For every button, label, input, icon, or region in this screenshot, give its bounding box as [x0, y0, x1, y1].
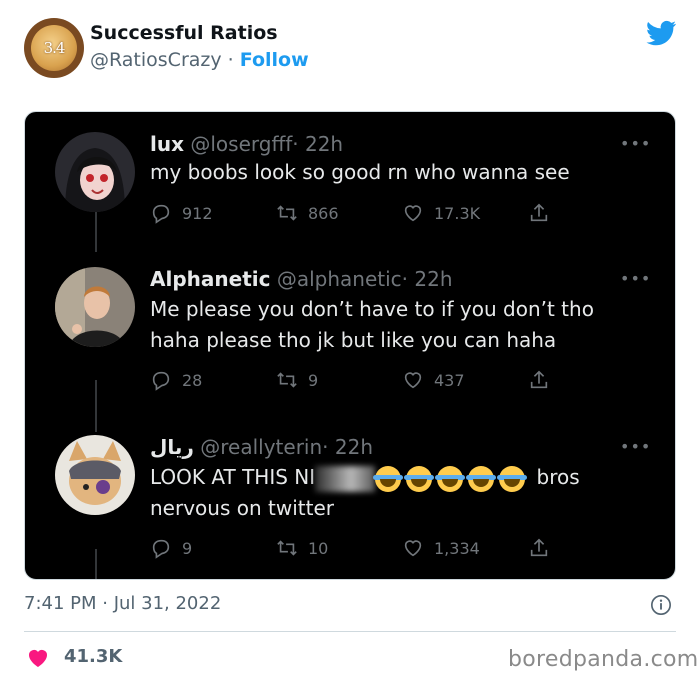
reply-icon	[152, 204, 170, 224]
heart-outline-icon	[404, 540, 422, 557]
tweet-text-line: my boobs look so good rn who wanna see	[150, 160, 570, 184]
more-options-icon: •••	[620, 269, 652, 288]
reply-count: 912	[182, 203, 213, 223]
share-action	[528, 369, 550, 391]
tweet-text-line: nervous on twitter	[150, 496, 334, 520]
tweet-author-handle: @losergfff	[190, 132, 293, 156]
share-action	[528, 202, 550, 224]
tweet-time: · 22h	[292, 132, 344, 156]
tweet-time: · 22h	[401, 267, 453, 291]
share-icon	[530, 203, 548, 222]
tweet-author-name: ريال	[150, 435, 194, 459]
heart-outline-icon	[404, 372, 422, 389]
share-icon	[530, 370, 548, 389]
tweet-text-line: Me please you don’t have to if you don’t…	[150, 297, 594, 321]
watermark: boredpanda.com	[508, 647, 699, 672]
like-count: 17.3K	[434, 203, 481, 223]
retweet-count: 9	[308, 370, 319, 390]
tweet-text: my boobs look so good rn who wanna see	[150, 157, 650, 188]
more-options-icon: •••	[620, 134, 652, 153]
retweet-action: 9	[276, 369, 318, 391]
like-count: 1,334	[434, 538, 480, 558]
separator-dot: ·	[227, 49, 234, 71]
tweet-author-name: lux	[150, 132, 184, 156]
thread-line	[95, 212, 97, 252]
tweet-author-handle: @alphanetic	[276, 267, 402, 291]
like-action: 17.3K	[402, 202, 480, 224]
retweet-count: 866	[308, 203, 339, 223]
tweet-text-end: bros	[536, 465, 580, 489]
like-count[interactable]: 41.3K	[64, 646, 122, 667]
retweet-action: 866	[276, 202, 339, 224]
tweet-text-line: LOOK AT THIS NI bros	[150, 462, 650, 493]
tweet-text-line: haha please tho jk but like you can haha	[150, 328, 557, 352]
like-action: 437	[402, 369, 465, 391]
reply-icon	[152, 371, 170, 391]
reply-action: 28	[150, 369, 202, 391]
tweet-author-name: Alphanetic	[150, 267, 271, 291]
heart-outline-icon	[404, 205, 422, 222]
divider	[24, 631, 676, 632]
heart-icon[interactable]	[26, 646, 50, 670]
account-handle[interactable]: @RatiosCrazy	[90, 49, 222, 71]
reply-action: 9	[150, 537, 192, 559]
tweet-header: ريال @reallyterin· 22h	[150, 435, 373, 459]
retweet-icon	[277, 205, 297, 221]
tweet-avatar	[55, 132, 135, 212]
tweet-text-start: LOOK AT THIS NI	[150, 465, 316, 489]
info-icon[interactable]	[650, 594, 672, 616]
tweet-time: · 22h	[322, 435, 373, 459]
tweet-avatar	[55, 435, 135, 515]
reply-count: 9	[182, 538, 193, 558]
laughing-emoji-icon	[435, 465, 466, 492]
tweet-text: Me please you don’t have to if you don’t…	[150, 294, 650, 356]
embedded-tweet-screenshot: lux @losergfff· 22h ••• my boobs look so…	[24, 111, 676, 580]
retweet-action: 10	[276, 537, 328, 559]
more-options-icon: •••	[620, 437, 652, 456]
twitter-bird-icon[interactable]	[645, 18, 678, 48]
censored-blur	[315, 465, 376, 492]
thread-line	[95, 549, 97, 579]
tweet-header: lux @losergfff· 22h	[150, 132, 343, 156]
tweet-text: LOOK AT THIS NI bros nervous on twitter	[150, 462, 650, 524]
account-handle-row: @RatiosCrazy · Follow	[90, 49, 309, 71]
follow-button[interactable]: Follow	[240, 49, 309, 71]
tweet-avatar	[55, 267, 135, 347]
tweet-timestamp[interactable]: 7:41 PM · Jul 31, 2022	[24, 593, 221, 614]
retweet-count: 10	[308, 538, 329, 558]
share-action	[528, 537, 550, 559]
reply-count: 28	[182, 370, 203, 390]
reply-icon	[152, 539, 170, 559]
thread-line	[95, 380, 97, 432]
account-display-name[interactable]: Successful Ratios	[90, 22, 278, 44]
reply-action: 912	[150, 202, 213, 224]
laughing-emoji-icon	[373, 465, 404, 492]
retweet-icon	[277, 540, 297, 556]
avatar-logo: 3.4	[31, 25, 77, 71]
laughing-emoji-icon	[466, 465, 497, 492]
like-count: 437	[434, 370, 465, 390]
like-action: 1,334	[402, 537, 480, 559]
tweet-author-handle: @reallyterin	[200, 435, 323, 459]
tweet-header: Alphanetic @alphanetic· 22h	[150, 267, 453, 291]
laughing-emoji-icon	[404, 465, 435, 492]
share-icon	[530, 538, 548, 557]
account-avatar[interactable]: 3.4	[24, 18, 84, 78]
laughing-emoji-icon	[497, 465, 528, 492]
retweet-icon	[277, 372, 297, 388]
